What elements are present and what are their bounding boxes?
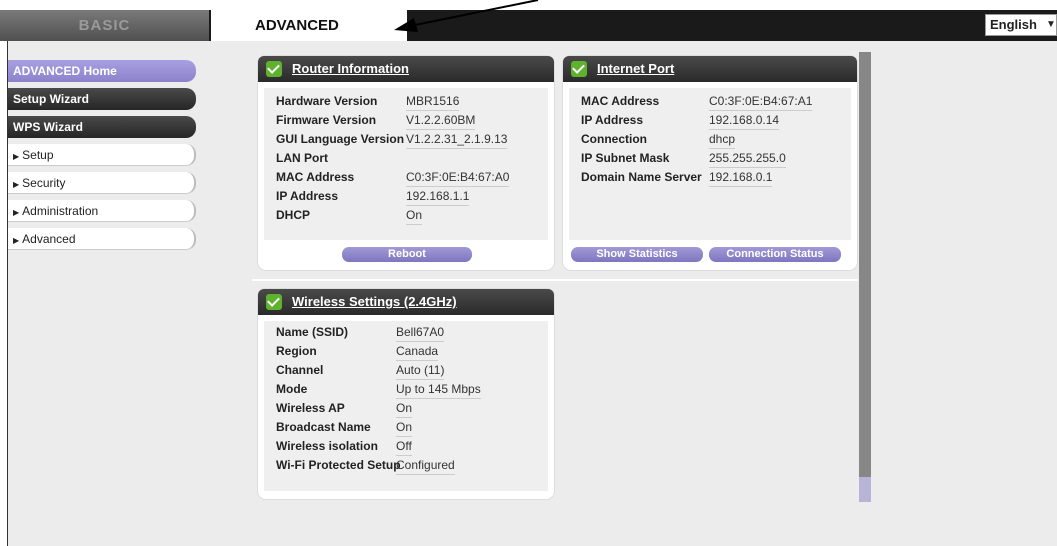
- section-divider: [252, 279, 858, 281]
- router-information-title[interactable]: Router Information: [292, 56, 409, 82]
- checkmark-icon: [266, 61, 282, 77]
- row-label: Wireless isolation: [276, 439, 378, 453]
- row-value: Configured: [396, 456, 455, 475]
- row-label: Connection: [581, 132, 647, 146]
- checkmark-icon: [571, 61, 587, 77]
- row-label: MAC Address: [276, 170, 355, 184]
- reboot-button[interactable]: Reboot: [342, 247, 472, 262]
- scrollbar-thumb[interactable]: [859, 52, 871, 477]
- row-value: V1.2.2.31_2.1.9.13: [406, 130, 508, 149]
- card-header: Router Information: [258, 56, 554, 82]
- sidebar-item-label: Administration: [22, 204, 99, 218]
- tab-basic[interactable]: BASIC: [0, 10, 209, 41]
- row-label: Hardware Version: [276, 94, 378, 108]
- language-select[interactable]: English ▼: [985, 14, 1057, 36]
- tab-advanced[interactable]: ADVANCED: [211, 10, 407, 41]
- row-label: IP Address: [581, 113, 644, 127]
- row-label: Wireless AP: [276, 401, 345, 415]
- lan-port-heading: LAN Port: [276, 151, 328, 165]
- connection-status-button[interactable]: Connection Status: [709, 247, 841, 262]
- row-label: Wi-Fi Protected Setup: [276, 458, 401, 472]
- callout-arrow: [394, 0, 539, 32]
- sidebar-item-label: Security: [22, 176, 66, 190]
- sidebar: ADVANCED Home Setup Wizard WPS Wizard ▶ S…: [8, 60, 196, 256]
- sidebar-item-advanced[interactable]: ▶ Advanced: [8, 228, 196, 250]
- checkmark-icon: [266, 294, 282, 310]
- chevron-down-icon[interactable]: ▼: [1044, 15, 1057, 35]
- row-value: Off: [396, 437, 412, 456]
- row-value: 192.168.1.1: [406, 187, 470, 206]
- row-value: V1.2.2.60BM: [406, 111, 476, 130]
- expand-triangle-icon: ▶: [13, 152, 20, 161]
- card-header: Wireless Settings (2.4GHz): [258, 289, 554, 315]
- row-value: MBR1516: [406, 92, 460, 111]
- row-label: GUI Language Version: [276, 132, 405, 146]
- internet-port-card: Internet Port MAC Address C0:3F:0E:B4:67:…: [563, 56, 857, 270]
- sidebar-item-security[interactable]: ▶ Security: [8, 172, 196, 194]
- row-value: Auto (11): [396, 361, 445, 380]
- sidebar-item-label: Setup: [22, 148, 54, 162]
- row-label: Mode: [276, 382, 308, 396]
- row-label: Firmware Version: [276, 113, 377, 127]
- wireless-settings-card: Wireless Settings (2.4GHz) Name (SSID) Be…: [258, 289, 554, 499]
- row-value: Bell67A0: [396, 323, 445, 342]
- wireless-settings-title[interactable]: Wireless Settings (2.4GHz): [292, 289, 457, 315]
- row-label: IP Subnet Mask: [581, 151, 670, 165]
- row-value: On: [396, 418, 413, 437]
- sidebar-item-label: Advanced: [22, 232, 76, 246]
- row-label: Name (SSID): [276, 325, 349, 339]
- row-value: Canada: [396, 342, 439, 361]
- expand-triangle-icon: ▶: [13, 180, 20, 189]
- row-value: Up to 145 Mbps: [396, 380, 481, 399]
- scrollbar[interactable]: [859, 52, 871, 502]
- row-label: IP Address: [276, 189, 339, 203]
- sidebar-item-setup-wizard[interactable]: Setup Wizard: [8, 88, 196, 110]
- sidebar-item-advanced-home[interactable]: ADVANCED Home: [8, 60, 196, 82]
- row-value: C0:3F:0E:B4:67:A1: [709, 92, 813, 111]
- row-label: DHCP: [276, 208, 311, 222]
- row-label: Channel: [276, 363, 324, 377]
- show-statistics-button[interactable]: Show Statistics: [571, 247, 703, 262]
- row-value: dhcp: [709, 130, 736, 149]
- sidebar-item-setup[interactable]: ▶ Setup: [8, 144, 196, 166]
- row-value: On: [406, 206, 423, 225]
- expand-triangle-icon: ▶: [13, 236, 20, 245]
- row-label: Broadcast Name: [276, 420, 371, 434]
- card-body: MAC Address C0:3F:0E:B4:67:A1 IP Address 1…: [569, 88, 851, 240]
- card-header: Internet Port: [563, 56, 857, 82]
- row-label: MAC Address: [581, 94, 660, 108]
- row-value: 192.168.0.14: [709, 111, 780, 130]
- sidebar-item-wps-wizard[interactable]: WPS Wizard: [8, 116, 196, 138]
- expand-triangle-icon: ▶: [13, 208, 20, 217]
- sidebar-item-administration[interactable]: ▶ Administration: [8, 200, 196, 222]
- language-selected: English: [990, 17, 1037, 32]
- router-information-card: Router Information Hardware Version MBR15…: [258, 56, 554, 270]
- row-value: 255.255.255.0: [709, 149, 786, 168]
- row-label: Domain Name Server: [581, 170, 702, 184]
- card-body: Name (SSID) Bell67A0 Region Canada Channel…: [264, 321, 548, 491]
- row-value: 192.168.0.1: [709, 168, 773, 187]
- row-label: Region: [276, 344, 317, 358]
- row-value: On: [396, 399, 413, 418]
- row-value: C0:3F:0E:B4:67:A0: [406, 168, 510, 187]
- internet-port-title[interactable]: Internet Port: [597, 56, 674, 82]
- card-body: Hardware Version MBR1516 Firmware Version…: [264, 88, 548, 240]
